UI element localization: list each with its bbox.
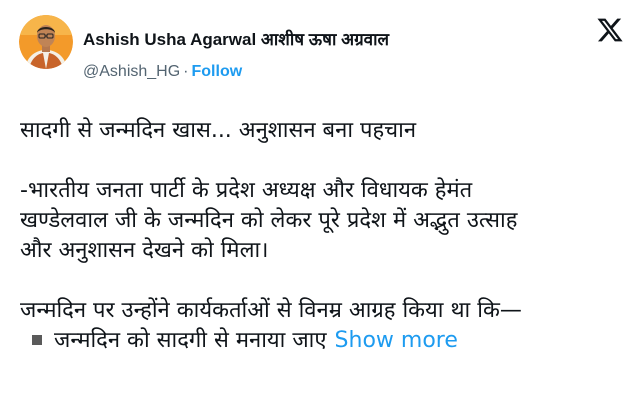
tweet-line: -भारतीय जनता पार्टी के प्रदेश अध्यक्ष और…	[20, 178, 473, 203]
avatar-photo	[19, 15, 73, 69]
author-handle[interactable]: @Ashish_HG	[83, 63, 180, 80]
tweet-text: सादगी से जन्मदिन खास... अनुशासन बना पहचा…	[20, 116, 620, 356]
tweet-line: और अनुशासन देखने को मिला।	[20, 238, 269, 263]
bullet-square-icon	[32, 335, 42, 345]
author-avatar[interactable]	[19, 15, 73, 69]
author-handle-row: @Ashish_HG · Follow	[83, 63, 242, 81]
x-logo-glyph	[597, 18, 623, 42]
tweet-bullet-line: जन्मदिन को सादगी से मनाया जाए Show more	[20, 326, 620, 356]
author-display-name[interactable]: Ashish Usha Agarwal आशीष ऊषा अग्रवाल	[83, 27, 389, 50]
tweet-embed-card: Ashish Usha Agarwal आशीष ऊषा अग्रवाल @As…	[0, 0, 640, 420]
tweet-line: खण्डेलवाल जी के जन्मदिन को लेकर पूरे प्र…	[20, 208, 518, 233]
tweet-line: जन्मदिन पर उन्होंने कार्यकर्ताओं से विनम…	[20, 298, 522, 323]
follow-button[interactable]: Follow	[192, 63, 243, 80]
tweet-line: सादगी से जन्मदिन खास... अनुशासन बना पहचा…	[20, 118, 417, 143]
show-more-link[interactable]: Show more	[335, 326, 458, 356]
tweet-bullet-text: जन्मदिन को सादगी से मनाया जाए	[54, 328, 327, 353]
x-logo-icon[interactable]	[596, 16, 624, 44]
handle-separator: ·	[183, 63, 189, 80]
